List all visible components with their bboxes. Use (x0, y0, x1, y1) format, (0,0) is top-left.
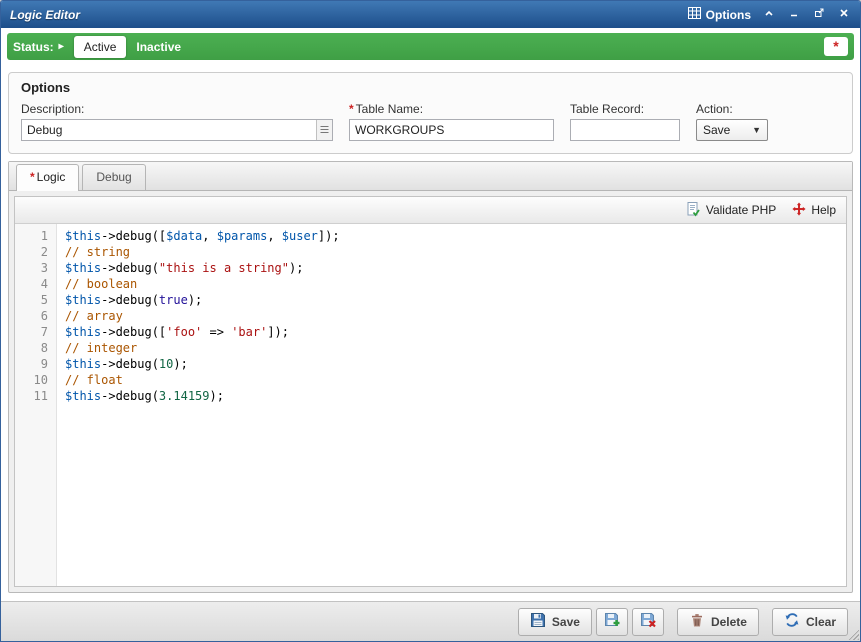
table-record-input[interactable] (570, 119, 680, 141)
editor-frame: Validate PHP Help 1234567891011 $this->d… (14, 196, 847, 587)
trash-icon (689, 612, 705, 631)
floppy-disk-icon (530, 612, 546, 631)
popout-icon (813, 6, 825, 24)
field-action: Action: Save ▼ (696, 102, 768, 141)
save-button-label: Save (552, 615, 580, 629)
red-cross-arrows-icon (792, 202, 806, 219)
required-asterisk: * (30, 170, 35, 184)
tab-strip: *Logic Debug (9, 162, 852, 191)
action-select-value: Save (703, 123, 730, 137)
help-button[interactable]: Help (792, 202, 836, 219)
code-content: $this->debug([$data, $params, $user]);//… (57, 224, 340, 586)
status-label: Status: ▸ (13, 40, 64, 54)
status-inactive-button[interactable]: Inactive (126, 36, 191, 58)
validate-php-label: Validate PHP (706, 203, 776, 217)
minus-icon (788, 6, 800, 24)
delete-button-label: Delete (711, 615, 747, 629)
grid-icon (688, 7, 701, 22)
save-button[interactable]: Save (518, 608, 592, 636)
field-table-record: Table Record: (570, 102, 680, 141)
code-editor[interactable]: 1234567891011 $this->debug([$data, $para… (15, 224, 846, 586)
action-label: Action: (696, 102, 768, 116)
required-asterisk: * (349, 102, 354, 116)
description-label: Description: (21, 102, 333, 116)
options-menu-label: Options (706, 8, 751, 22)
line-number-gutter: 1234567891011 (15, 224, 57, 586)
floppy-plus-icon (604, 612, 620, 631)
status-arrow-icon: ▸ (59, 42, 64, 52)
save-and-new-button[interactable] (596, 608, 628, 636)
tab-debug-label: Debug (96, 170, 131, 184)
close-icon (838, 6, 850, 24)
table-name-input[interactable] (349, 119, 554, 141)
field-description: Description: (21, 102, 333, 141)
fields-row: Description: *Table Name: Table Record: (21, 102, 840, 141)
collapse-button[interactable] (762, 8, 776, 22)
field-table-name: *Table Name: (349, 102, 554, 141)
options-panel: Options Description: *Table Name: Table (8, 72, 853, 154)
text-lines-icon (320, 121, 329, 139)
tab-logic-label: Logic (37, 170, 66, 184)
floppy-remove-icon (640, 612, 656, 631)
help-label: Help (811, 203, 836, 217)
status-bar: Status: ▸ Active Inactive * (7, 33, 854, 60)
close-button[interactable] (837, 8, 851, 22)
clear-button[interactable]: Clear (772, 608, 848, 636)
logic-tab-panel: *Logic Debug Validate PHP (8, 161, 853, 593)
chevron-down-icon: ▼ (752, 125, 761, 135)
clear-button-label: Clear (806, 615, 836, 629)
delete-button[interactable]: Delete (677, 608, 759, 636)
options-panel-title: Options (21, 80, 840, 95)
description-editor-trigger[interactable] (316, 120, 332, 140)
options-menu-button[interactable]: Options (688, 7, 751, 22)
titlebar: Logic Editor Options (1, 1, 860, 28)
footer-toolbar: Save Delete Clear (1, 601, 860, 641)
editor-toolbar: Validate PHP Help (15, 197, 846, 224)
tab-logic[interactable]: *Logic (16, 164, 79, 191)
save-and-close-button[interactable] (632, 608, 664, 636)
logic-editor-window: Logic Editor Options Statu (0, 0, 861, 642)
tab-debug[interactable]: Debug (82, 164, 145, 190)
required-indicator-button[interactable]: * (824, 37, 848, 56)
window-title: Logic Editor (10, 8, 80, 22)
tab-body: Validate PHP Help 1234567891011 $this->d… (9, 191, 852, 592)
description-input-wrap (21, 119, 333, 141)
table-record-label: Table Record: (570, 102, 680, 116)
document-check-icon (685, 201, 701, 220)
chevron-up-icon (763, 6, 775, 24)
action-select[interactable]: Save ▼ (696, 119, 768, 141)
popout-button[interactable] (812, 8, 826, 22)
table-name-label: *Table Name: (349, 102, 554, 116)
validate-php-button[interactable]: Validate PHP (685, 201, 776, 220)
status-active-button[interactable]: Active (74, 36, 127, 58)
titlebar-controls: Options (688, 7, 851, 22)
description-input[interactable] (21, 119, 333, 141)
refresh-arrows-icon (784, 612, 800, 631)
minimize-button[interactable] (787, 8, 801, 22)
